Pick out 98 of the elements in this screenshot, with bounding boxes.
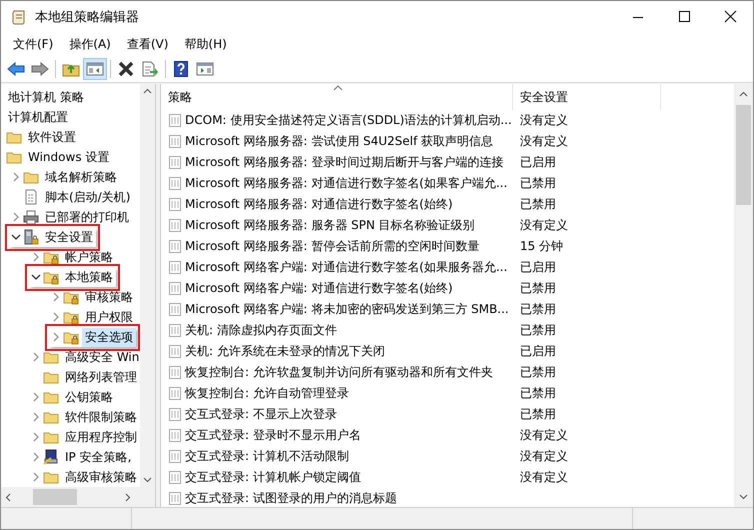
delete-icon — [118, 61, 134, 77]
panel-icon — [196, 62, 214, 76]
policy-name[interactable]: Microsoft 网络服务器: 尝试使用 S4U2Self 获取声明信息 — [185, 133, 494, 150]
tree-item[interactable]: IP 安全策略, — [62, 448, 134, 466]
setting-value: 没有定义 — [519, 217, 568, 234]
policy-document-icon — [168, 302, 182, 317]
panel-icon — [86, 62, 104, 76]
policy-document-icon — [168, 155, 182, 170]
server-lock-icon — [23, 229, 39, 245]
setting-value: 已启用 — [519, 259, 556, 276]
setting-value: 没有定义 — [519, 427, 568, 444]
tree-item[interactable]: 已部署的打印机 — [42, 208, 132, 226]
setting-value: 已禁用 — [519, 406, 556, 423]
tree-item[interactable]: 地计算机 策略 — [5, 88, 87, 106]
policy-document-icon — [168, 407, 182, 422]
policy-name[interactable]: 恢复控制台: 允许软盘复制并访问所有驱动器和所有文件夹 — [185, 364, 493, 381]
tree-item[interactable]: 审核策略 — [82, 288, 136, 306]
tree-item[interactable]: Windows 设置 — [25, 148, 112, 166]
sort-ascending-icon — [333, 85, 343, 91]
policy-name[interactable]: DCOM: 使用安全描述符定义语言(SDDL)语法的计算机启动... — [185, 112, 512, 129]
menu-item[interactable]: 文件(F) — [5, 36, 62, 53]
policy-name[interactable]: 关机: 允许系统在未登录的情况下关闭 — [185, 343, 385, 360]
setting-value: 已启用 — [519, 154, 556, 171]
tree-item[interactable]: 软件设置 — [25, 128, 79, 146]
policy-document-icon — [168, 260, 182, 275]
policy-document-icon — [168, 344, 182, 359]
forward-arrow-icon — [31, 62, 49, 76]
policy-name[interactable]: Microsoft 网络服务器: 服务器 SPN 目标名称验证级别 — [185, 217, 475, 234]
menu-item[interactable]: 帮助(H) — [176, 36, 235, 53]
tree-item[interactable]: 域名解析策略 — [42, 168, 120, 186]
export-list-icon — [141, 61, 159, 77]
setting-value: 没有定义 — [519, 448, 568, 465]
tree-item[interactable]: 本地策略 — [62, 268, 116, 286]
setting-value: 已禁用 — [519, 175, 556, 192]
policy-name[interactable]: Microsoft 网络客户端: 对通信进行数字签名(始终) — [185, 280, 453, 297]
tree-item[interactable]: 脚本(启动/关机) — [42, 188, 134, 206]
tree-item[interactable]: 安全选项 — [82, 328, 136, 346]
setting-value: 已禁用 — [519, 301, 556, 318]
scrollbar-thumb[interactable] — [33, 489, 77, 505]
tree-item[interactable]: 软件限制策略 — [62, 408, 140, 426]
setting-value: 已禁用 — [519, 364, 556, 381]
tree-item[interactable]: 应用程序控制 — [62, 428, 140, 446]
policy-document-icon — [168, 218, 182, 233]
script-document-icon — [23, 189, 39, 205]
setting-value: 没有定义 — [519, 469, 568, 486]
tree-item[interactable]: 网络列表管理 — [62, 368, 140, 386]
tree-item[interactable]: 安全设置 — [42, 228, 96, 246]
column-header[interactable]: 策略 — [161, 84, 513, 110]
policy-document-icon — [168, 323, 182, 338]
scrollbar-thumb[interactable] — [736, 105, 751, 205]
policy-name[interactable]: Microsoft 网络客户端: 对通信进行数字签名(如果服务器允... — [185, 259, 508, 276]
column-header[interactable]: 安全设置 — [513, 84, 661, 110]
setting-value: 已禁用 — [519, 385, 556, 402]
tree-item[interactable]: 公钥策略 — [62, 388, 116, 406]
setting-value: 15 分钟 — [519, 238, 564, 255]
policy-document-icon — [168, 134, 182, 149]
setting-value: 已启用 — [519, 343, 556, 360]
policy-document-icon — [168, 365, 182, 380]
setting-value: 已禁用 — [519, 196, 556, 213]
policy-document-icon — [168, 428, 182, 443]
menu-item[interactable]: 查看(V) — [118, 36, 176, 53]
policy-name[interactable]: Microsoft 网络服务器: 登录时间过期后断开与客户端的连接 — [185, 154, 504, 171]
tree-item[interactable]: 用户权限 — [82, 308, 136, 326]
printer-icon — [23, 209, 39, 225]
policy-name[interactable]: 关机: 清除虚拟内存页面文件 — [185, 322, 337, 339]
policy-document-icon — [168, 113, 182, 128]
window-title: 本地组策略编辑器 — [35, 9, 140, 26]
policy-name[interactable]: 交互式登录: 计算机帐户锁定阈值 — [185, 469, 361, 486]
policy-name[interactable]: 交互式登录: 登录时不显示用户名 — [185, 427, 361, 444]
policy-name[interactable]: 恢复控制台: 允许自动管理登录 — [185, 385, 349, 402]
tree-item[interactable]: 计算机配置 — [5, 108, 71, 126]
tree-item[interactable]: 高级审核策略 — [62, 468, 140, 486]
policy-document-icon — [168, 197, 182, 212]
policy-document-icon — [168, 239, 182, 254]
setting-value: 没有定义 — [519, 112, 568, 129]
policy-name[interactable]: 交互式登录: 不显示上次登录 — [185, 406, 337, 423]
setting-value: 已禁用 — [519, 322, 556, 339]
help-icon — [174, 61, 188, 77]
setting-value: 没有定义 — [519, 133, 568, 150]
tree-item[interactable]: 帐户策略 — [62, 248, 116, 266]
computer-key-icon — [43, 449, 59, 465]
policy-name[interactable]: Microsoft 网络服务器: 对通信进行数字签名(如果客户端允... — [185, 175, 508, 192]
app-scroll-icon — [11, 9, 27, 25]
menu-item[interactable]: 操作(A) — [61, 36, 119, 53]
setting-value: 已禁用 — [519, 280, 556, 297]
policy-document-icon — [168, 470, 182, 485]
policy-name[interactable]: 交互式登录: 试图登录的用户的消息标题 — [185, 490, 397, 507]
policy-document-icon — [168, 281, 182, 296]
policy-document-icon — [168, 449, 182, 464]
back-arrow-icon — [7, 62, 25, 76]
policy-name[interactable]: 交互式登录: 计算机不活动限制 — [185, 448, 349, 465]
tree-item[interactable]: 高级安全 Win — [62, 348, 140, 366]
policy-name[interactable]: Microsoft 网络客户端: 将未加密的密码发送到第三方 SMB... — [185, 301, 509, 318]
policy-name[interactable]: Microsoft 网络服务器: 对通信进行数字签名(始终) — [185, 196, 453, 213]
policy-name[interactable]: Microsoft 网络服务器: 暂停会话前所需的空闲时间数量 — [185, 238, 480, 255]
policy-document-icon — [168, 176, 182, 191]
console-tree-button[interactable] — [83, 58, 107, 80]
policy-document-icon — [168, 386, 182, 401]
